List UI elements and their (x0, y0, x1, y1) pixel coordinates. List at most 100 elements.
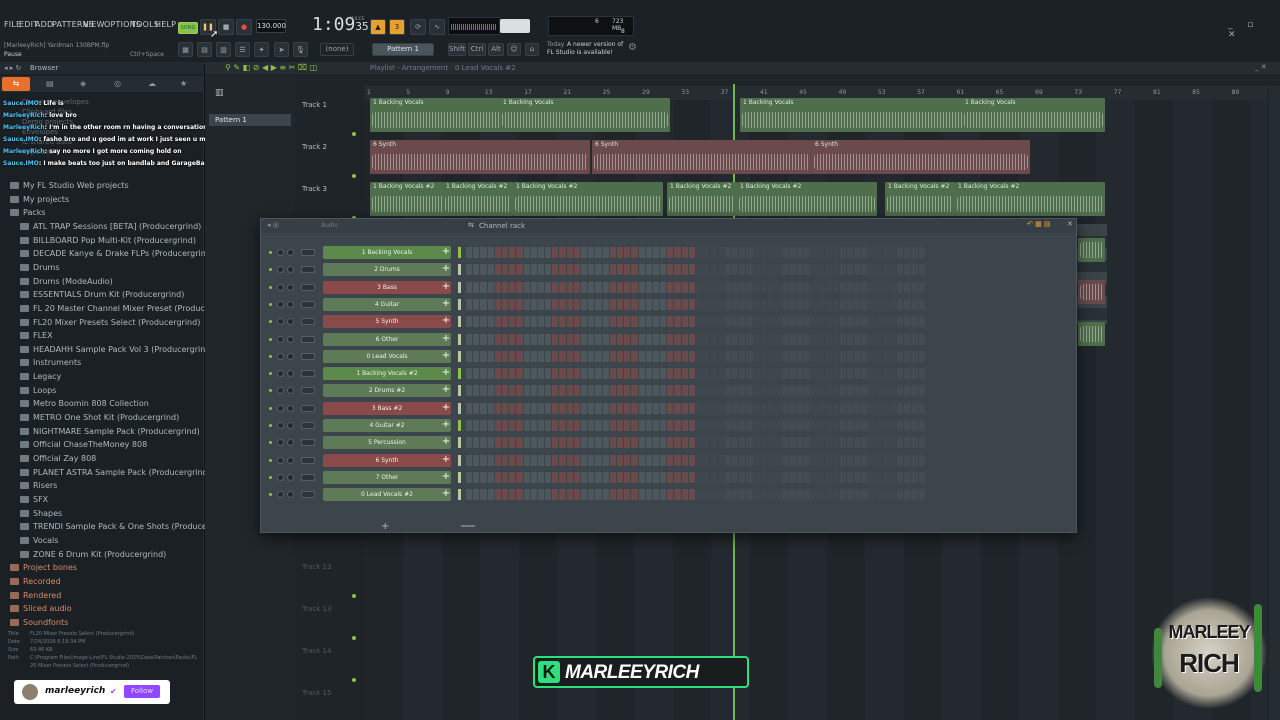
step-button[interactable] (696, 247, 703, 258)
step-button[interactable] (811, 402, 818, 414)
step-button[interactable] (882, 489, 890, 501)
step-button[interactable] (652, 316, 660, 328)
step-button[interactable] (581, 281, 588, 293)
step-button[interactable] (638, 489, 645, 501)
step-button[interactable] (710, 281, 717, 293)
step-button[interactable] (818, 454, 825, 466)
tempo-display[interactable]: 130.000 (256, 19, 286, 33)
step-button[interactable] (710, 247, 717, 258)
step-button[interactable] (509, 316, 516, 328)
playlist-window-controls[interactable]: _ ✕ (1255, 63, 1267, 71)
channel-plus-icon[interactable]: + (441, 263, 451, 276)
step-button[interactable] (595, 471, 602, 483)
browser-item[interactable]: Shapes (20, 509, 62, 518)
step-button[interactable] (897, 298, 904, 310)
step-button[interactable] (767, 264, 775, 276)
step-button[interactable] (480, 298, 487, 310)
step-button[interactable] (552, 454, 559, 466)
step-button[interactable] (839, 454, 846, 466)
step-button[interactable] (767, 489, 775, 501)
step-button[interactable] (868, 489, 875, 501)
step-button[interactable] (897, 471, 904, 483)
step-button[interactable] (775, 298, 782, 310)
step-button[interactable] (696, 333, 703, 345)
audio-clip[interactable]: 6 Synth (370, 140, 590, 174)
step-button[interactable] (609, 437, 616, 449)
step-button[interactable] (710, 333, 717, 345)
step-button[interactable] (674, 316, 681, 328)
step-button[interactable] (494, 316, 501, 328)
step-button[interactable] (875, 281, 882, 293)
step-button[interactable] (775, 402, 782, 414)
step-button[interactable] (882, 420, 890, 431)
pan-knob[interactable] (277, 300, 284, 308)
step-button[interactable] (882, 316, 890, 328)
channel-select-led[interactable] (458, 350, 461, 362)
step-button[interactable] (581, 333, 588, 345)
step-button[interactable] (588, 281, 595, 293)
step-button[interactable] (818, 385, 825, 397)
step-button[interactable] (825, 454, 832, 466)
step-button[interactable] (480, 385, 487, 397)
step-button[interactable] (494, 350, 501, 362)
step-button[interactable] (652, 281, 660, 293)
channel-name-button[interactable]: 4 Guitar #2 (323, 419, 451, 432)
step-button[interactable] (516, 368, 523, 380)
step-button[interactable] (645, 264, 652, 276)
step-button[interactable] (796, 350, 803, 362)
volume-knob[interactable] (287, 439, 294, 447)
step-button[interactable] (767, 454, 775, 466)
step-button[interactable] (861, 264, 868, 276)
audio-clip-edge[interactable] (1078, 322, 1105, 346)
step-button[interactable] (703, 298, 710, 310)
step-button[interactable] (588, 298, 595, 310)
step-button[interactable] (767, 333, 775, 345)
step-button[interactable] (789, 333, 796, 345)
step-button[interactable] (501, 298, 509, 310)
step-button[interactable] (724, 316, 731, 328)
step-button[interactable] (717, 368, 724, 380)
step-button[interactable] (703, 368, 710, 380)
step-button[interactable] (839, 385, 846, 397)
mixer-track-box[interactable] (301, 370, 315, 378)
step-button[interactable] (918, 316, 925, 328)
step-button[interactable] (638, 298, 645, 310)
browser-item[interactable]: Metro Boomin 808 Collection (20, 399, 149, 408)
step-button[interactable] (782, 333, 789, 345)
step-button[interactable] (487, 471, 494, 483)
step-button[interactable] (846, 247, 854, 258)
step-button[interactable] (731, 454, 739, 466)
step-button[interactable] (818, 437, 825, 449)
step-button[interactable] (760, 247, 767, 258)
step-button[interactable] (890, 471, 897, 483)
step-button[interactable] (559, 298, 566, 310)
step-button[interactable] (796, 281, 803, 293)
step-button[interactable] (480, 368, 487, 380)
step-button[interactable] (645, 437, 652, 449)
step-button[interactable] (660, 385, 667, 397)
step-button[interactable] (818, 420, 825, 431)
step-button[interactable] (595, 368, 602, 380)
step-button[interactable] (552, 471, 559, 483)
step-button[interactable] (667, 316, 674, 328)
step-button[interactable] (545, 264, 552, 276)
step-button[interactable] (696, 471, 703, 483)
step-button[interactable] (559, 264, 566, 276)
step-button[interactable] (897, 454, 904, 466)
step-button[interactable] (846, 350, 854, 362)
step-button[interactable] (724, 385, 731, 397)
step-button[interactable] (861, 489, 868, 501)
step-button[interactable] (846, 368, 854, 380)
step-button[interactable] (688, 264, 695, 276)
step-button[interactable] (775, 333, 782, 345)
browser-item[interactable]: Vocals (20, 536, 58, 545)
channel-plus-icon[interactable]: + (441, 298, 451, 311)
volume-knob[interactable] (287, 456, 294, 464)
step-button[interactable] (890, 437, 897, 449)
step-button[interactable] (487, 489, 494, 501)
channel-name-button[interactable]: 5 Percussion (323, 436, 451, 450)
step-button[interactable] (616, 454, 624, 466)
step-button[interactable] (624, 471, 631, 483)
step-button[interactable] (602, 471, 609, 483)
step-button[interactable] (861, 350, 868, 362)
